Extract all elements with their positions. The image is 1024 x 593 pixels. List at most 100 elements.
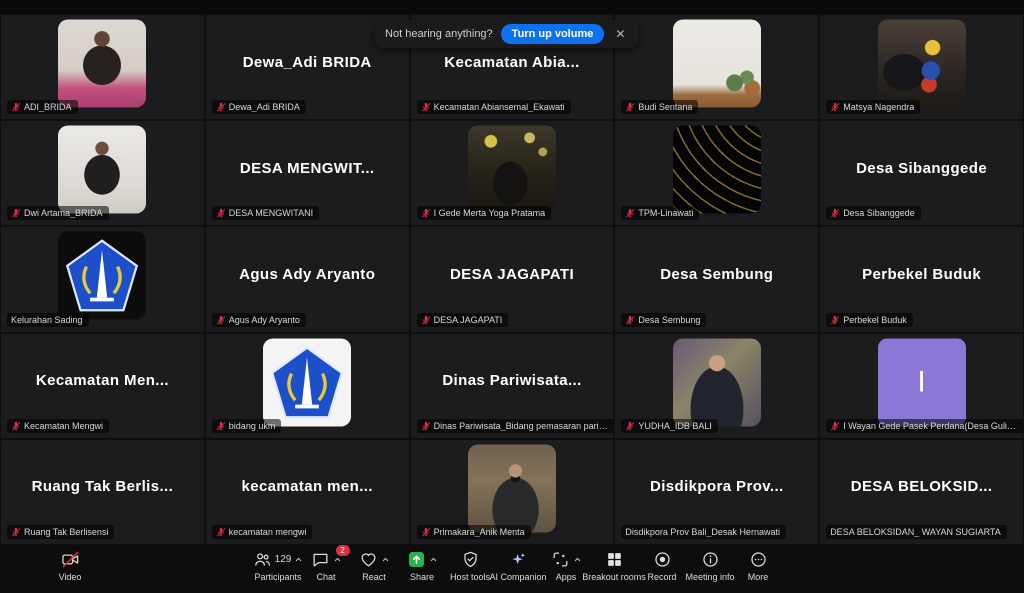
participant-tile[interactable]: Budi Sentana [615, 15, 818, 119]
participant-tile[interactable]: TPM-Linawati [615, 121, 818, 225]
ai-companion-button[interactable]: AI Companion [494, 549, 542, 582]
apps-icon [551, 550, 570, 569]
participant-avatar [468, 444, 556, 532]
toolbar-button-label: Meeting info [685, 572, 734, 582]
participant-avatar [263, 338, 351, 426]
participant-tile[interactable]: Ruang Tak Berlis... Ruang Tak Berlisensi [1, 440, 204, 544]
participant-name-label: Desa Sibanggede [843, 208, 915, 218]
participant-name-label: TPM-Linawati [638, 208, 693, 218]
info-icon [701, 550, 720, 569]
host-tools-button[interactable]: Host tools [446, 549, 494, 582]
regency-crest-logo [65, 239, 139, 313]
share-button[interactable]: Share [398, 549, 446, 582]
participant-name-tag: Dinas Pariwisata_Bidang pemasaran pariwi… [417, 419, 614, 433]
participant-name-label: I Gede Merta Yoga Pratama [434, 208, 546, 218]
turn-up-volume-button[interactable]: Turn up volume [501, 24, 605, 44]
video-button[interactable]: Video [46, 549, 94, 582]
mic-muted-icon [11, 421, 21, 431]
participant-tile[interactable]: Disdikpora Prov... Disdikpora Prov Bali_… [615, 440, 818, 544]
participant-tile[interactable]: ADI_BRIDA [1, 15, 204, 119]
participant-avatar [468, 126, 556, 214]
participant-name-tag: I Wayan Gede Pasek Perdana(Desa Gulingan… [826, 419, 1023, 433]
shield-icon [461, 550, 480, 569]
mic-muted-icon [625, 315, 635, 325]
unread-badge: 2 [336, 545, 350, 556]
breakout-rooms-button[interactable]: Breakout rooms [590, 549, 638, 582]
grid-icon [605, 550, 624, 569]
participant-name-label: kecamatan mengwi [229, 527, 307, 537]
participant-name-tag: Budi Sentana [621, 100, 698, 114]
participant-name-tag: DESA MENGWITANI [212, 206, 319, 220]
participant-tile[interactable]: Primakara_Anik Menta [411, 440, 614, 544]
participant-display-name: kecamatan men... [206, 440, 409, 534]
chevron-up-icon[interactable] [573, 555, 582, 564]
participant-tile[interactable]: Kelurahan Sading [1, 227, 204, 331]
toolbar-button-label: React [362, 572, 386, 582]
toolbar-button-label: Breakout rooms [582, 572, 646, 582]
participant-name-tag: bidang ukm [212, 419, 282, 433]
participant-tile[interactable]: Desa Sibanggede Desa Sibanggede [820, 121, 1023, 225]
participant-tile[interactable]: I Gede Merta Yoga Pratama [411, 121, 614, 225]
mic-muted-icon [830, 208, 840, 218]
participant-avatar [673, 126, 761, 214]
participant-tile[interactable]: Desa Sembung Desa Sembung [615, 227, 818, 331]
participant-name-label: Dinas Pariwisata_Bidang pemasaran pariwi… [434, 421, 612, 431]
window-top-strip [0, 0, 1024, 14]
participant-name-label: bidang ukm [229, 421, 276, 431]
participant-tile[interactable]: DESA BELOKSID... DESA BELOKSIDAN_ WAYAN … [820, 440, 1023, 544]
participant-name-tag: Kecamatan Mengwi [7, 419, 109, 433]
participant-name-label: Kecamatan Mengwi [24, 421, 103, 431]
sparkle-icon [509, 550, 528, 569]
record-button[interactable]: Record [638, 549, 686, 582]
participant-name-label: Dwi Artama_BRIDA [24, 208, 103, 218]
more-button[interactable]: More [734, 549, 782, 582]
participant-tile[interactable]: Agus Ady Aryanto Agus Ady Aryanto [206, 227, 409, 331]
participant-tile[interactable]: DESA JAGAPATI DESA JAGAPATI [411, 227, 614, 331]
participant-display-name: Disdikpora Prov... [615, 440, 818, 534]
participant-grid: ADI_BRIDA Dewa_Adi BRIDA Dewa_Adi BRIDA [0, 14, 1024, 545]
mic-muted-icon [421, 527, 431, 537]
participant-tile[interactable]: Matsya Nagendra [820, 15, 1023, 119]
participants-button[interactable]: 129 Participants [254, 549, 302, 582]
participant-display-name: Dinas Pariwisata... [411, 334, 614, 428]
participant-name-tag: ADI_BRIDA [7, 100, 78, 114]
participant-tile[interactable]: Dinas Pariwisata... Dinas Pariwisata_Bid… [411, 334, 614, 438]
participant-tile[interactable]: Dwi Artama_BRIDA [1, 121, 204, 225]
participant-name-label: Agus Ady Aryanto [229, 315, 300, 325]
mic-muted-icon [421, 102, 431, 112]
participant-tile[interactable]: bidang ukm [206, 334, 409, 438]
participant-tile[interactable]: Perbekel Buduk Perbekel Buduk [820, 227, 1023, 331]
toolbar-button-label: Participants [254, 572, 301, 582]
audio-notification-toast: Not hearing anything? Turn up volume ✕ [375, 20, 638, 48]
toolbar-button-label: More [748, 572, 769, 582]
participant-name-tag: DESA BELOKSIDAN_ WAYAN SUGIARTA [826, 525, 1007, 539]
regency-crest-logo [270, 345, 344, 419]
toolbar-button-label: Share [410, 572, 434, 582]
mic-muted-icon [830, 102, 840, 112]
participant-name-tag: Kecamatan Abiansemal_Ekawati [417, 100, 571, 114]
mic-muted-icon [625, 421, 635, 431]
participant-tile[interactable]: DESA MENGWIT... DESA MENGWITANI [206, 121, 409, 225]
chat-button[interactable]: 2 Chat [302, 549, 350, 582]
participant-avatar [58, 20, 146, 108]
participant-name-tag: Desa Sibanggede [826, 206, 921, 220]
toolbar-button-label: Record [647, 572, 676, 582]
mic-muted-icon [421, 421, 431, 431]
participant-tile[interactable]: YUDHA_IDB BALI [615, 334, 818, 438]
toast-message: Not hearing anything? [385, 28, 493, 40]
close-icon[interactable]: ✕ [612, 26, 628, 42]
participant-tile[interactable]: kecamatan men... kecamatan mengwi [206, 440, 409, 544]
participant-avatar [58, 232, 146, 320]
participant-name-tag: TPM-Linawati [621, 206, 699, 220]
heart-icon [359, 550, 378, 569]
meeting-info-button[interactable]: Meeting info [686, 549, 734, 582]
mic-muted-icon [830, 421, 840, 431]
participant-tile[interactable]: I I Wayan Gede Pasek Perdana(Desa Guling… [820, 334, 1023, 438]
participant-tile[interactable]: Kecamatan Men... Kecamatan Mengwi [1, 334, 204, 438]
participant-name-tag: Dewa_Adi BRIDA [212, 100, 306, 114]
react-button[interactable]: React [350, 549, 398, 582]
mic-muted-icon [216, 421, 226, 431]
chevron-up-icon[interactable] [429, 555, 438, 564]
chevron-up-icon[interactable] [381, 555, 390, 564]
participant-name-label: YUDHA_IDB BALI [638, 421, 712, 431]
